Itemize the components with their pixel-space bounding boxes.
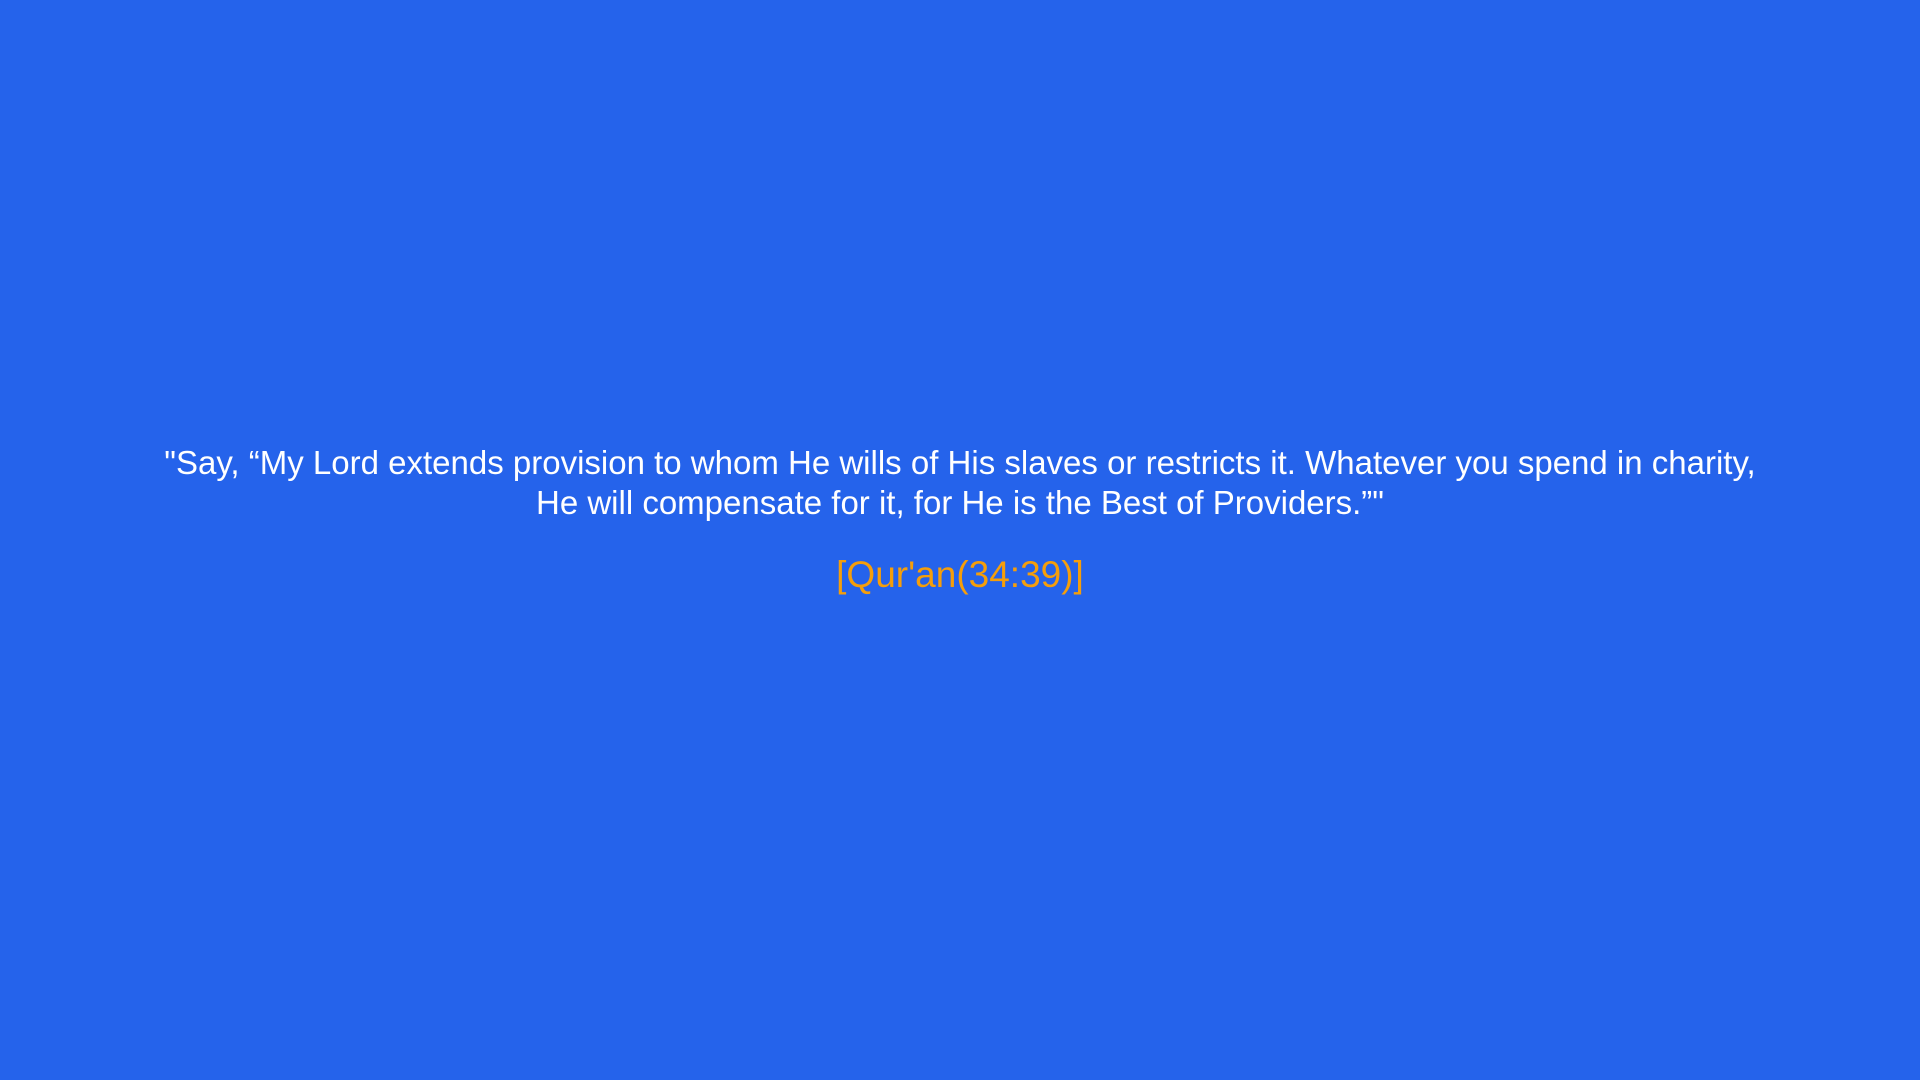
quote-text: "Say, “My Lord extends provision to whom… xyxy=(164,444,1756,521)
quote-container: "Say, “My Lord extends provision to whom… xyxy=(0,0,1920,1080)
quote-reference: [Qur'an(34:39)] xyxy=(836,554,1084,595)
